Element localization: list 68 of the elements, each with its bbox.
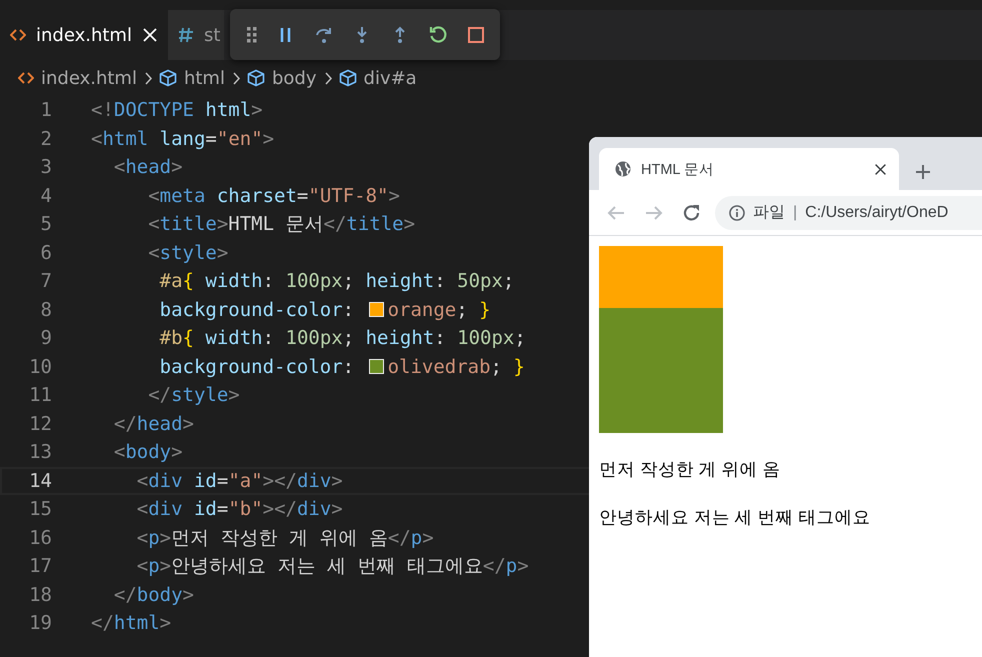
breadcrumb-item[interactable]: body bbox=[246, 68, 317, 88]
line-number: 10 bbox=[28, 356, 52, 378]
line-number: 5 bbox=[40, 213, 52, 236]
code-text: <title>HTML 문서</title> bbox=[147, 212, 416, 238]
line-number: 13 bbox=[28, 441, 52, 464]
chevron-icon bbox=[322, 70, 333, 86]
globe-icon bbox=[615, 161, 631, 177]
line-number: 6 bbox=[40, 242, 52, 264]
cube-icon bbox=[246, 69, 265, 87]
hash-icon bbox=[178, 27, 194, 43]
stop-icon[interactable] bbox=[466, 24, 486, 44]
line-number: 12 bbox=[28, 412, 52, 435]
line-number: 7 bbox=[40, 270, 52, 292]
line-number: 2 bbox=[40, 128, 52, 150]
line-number: 1 bbox=[40, 99, 52, 122]
code-text: <div id="b"></div> bbox=[136, 498, 343, 520]
line-number: 18 bbox=[28, 584, 52, 606]
tab-title: HTML 문서 bbox=[641, 160, 715, 178]
restart-icon[interactable] bbox=[428, 24, 448, 44]
reload-icon[interactable] bbox=[683, 204, 701, 222]
breadcrumb-item[interactable]: html bbox=[158, 68, 225, 88]
code-text: <div id="a"></div> bbox=[136, 470, 343, 492]
editor-tab[interactable]: index.html bbox=[0, 10, 168, 60]
new-tab-icon[interactable] bbox=[915, 164, 931, 180]
editor-tab[interactable]: st bbox=[168, 10, 224, 60]
line-number: 17 bbox=[28, 555, 52, 578]
code-text: <p>안녕하세요 저는 세 번째 태그에요</p> bbox=[136, 554, 529, 580]
code-text: </body> bbox=[112, 584, 194, 606]
code-text: </style> bbox=[147, 384, 240, 406]
code-text: <style> bbox=[147, 242, 228, 264]
code-text: #b{ width: 100px; height: 100px; bbox=[158, 327, 526, 350]
address-bar[interactable]: 파일 | C:/Users/airyt/OneD bbox=[715, 196, 982, 230]
line-number: 14 bbox=[28, 470, 52, 492]
code-icon bbox=[10, 27, 26, 43]
code-text: </head> bbox=[112, 412, 194, 435]
line-number: 4 bbox=[40, 184, 52, 207]
close-tab-icon[interactable] bbox=[874, 162, 887, 176]
breadcrumb-item[interactable]: div#a bbox=[338, 68, 417, 88]
code-text: <head> bbox=[112, 156, 183, 178]
code-text: olivedrab; } bbox=[388, 356, 525, 378]
breadcrumb-item[interactable]: index.html bbox=[18, 68, 137, 88]
paragraph: 먼저 작성한 게 위에 옴 bbox=[599, 458, 782, 481]
code-text: #a{ width: 100px; height: 50px; bbox=[158, 270, 514, 292]
line-number: 16 bbox=[28, 526, 52, 549]
code-text: orange; } bbox=[388, 298, 491, 321]
line-number: 11 bbox=[28, 384, 52, 406]
info-icon bbox=[729, 204, 745, 220]
chevron-icon bbox=[142, 70, 153, 86]
code-text: <p>먼저 작성한 게 위에 옴</p> bbox=[136, 526, 434, 551]
line-number: 15 bbox=[28, 498, 52, 520]
code-text: background-color: bbox=[158, 298, 356, 321]
cube-icon bbox=[158, 69, 177, 87]
paragraph: 안녕하세요 저는 세 번째 태그에요 bbox=[599, 506, 872, 529]
code-icon bbox=[18, 70, 34, 86]
code-text: <meta charset="UTF-8"> bbox=[147, 184, 400, 207]
cube-icon bbox=[338, 69, 357, 87]
line-number: 19 bbox=[28, 612, 52, 634]
code-text: <body> bbox=[112, 441, 183, 464]
line-number: 8 bbox=[40, 298, 52, 321]
code-text: <html lang="en"> bbox=[91, 128, 274, 150]
code-text: <!DOCTYPE html> bbox=[91, 99, 263, 122]
code-text: background-color: bbox=[158, 356, 356, 378]
browser-tab[interactable]: HTML 문서 bbox=[599, 148, 899, 190]
code-text: </html> bbox=[91, 612, 172, 634]
chevron-icon bbox=[230, 70, 241, 86]
line-number: 9 bbox=[40, 327, 52, 350]
line-number: 3 bbox=[40, 156, 52, 178]
drag-handle-icon[interactable] bbox=[246, 26, 258, 43]
